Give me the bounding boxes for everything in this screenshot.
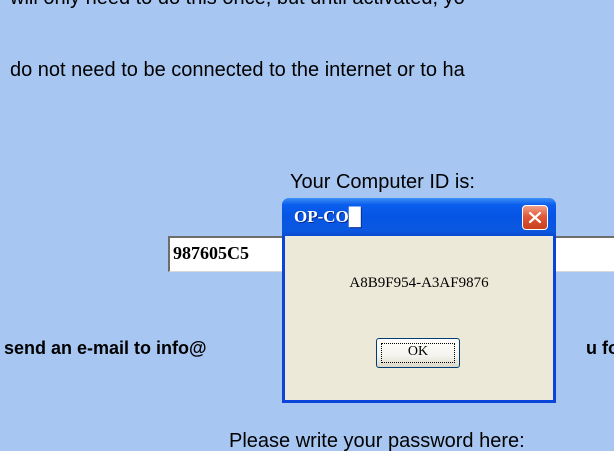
instruction-text-top: will only need to do this once, but unti… bbox=[10, 0, 465, 10]
close-x-icon bbox=[528, 211, 542, 224]
password-label: Please write your password here: bbox=[229, 430, 525, 451]
dialog-body: A8B9F954-A3AF9876 OK bbox=[285, 236, 553, 400]
dialog-titlebar[interactable]: OP-CO█ bbox=[282, 198, 556, 236]
activation-page: will only need to do this once, but unti… bbox=[0, 0, 614, 451]
ok-button-label: OK bbox=[407, 344, 429, 359]
instruction-text-internet: do not need to be connected to the inter… bbox=[10, 59, 465, 81]
send-email-text-tail: u for bbox=[586, 338, 614, 358]
ok-button[interactable]: OK bbox=[376, 338, 460, 368]
dialog-title: OP-CO█ bbox=[294, 207, 361, 226]
computer-id-label: Your Computer ID is: bbox=[290, 171, 475, 193]
close-button[interactable] bbox=[522, 205, 548, 230]
message-dialog: OP-CO█ A8B9F954-A3AF9876 OK bbox=[282, 198, 556, 403]
send-email-text: send an e-mail to info@ bbox=[4, 338, 207, 358]
dialog-message: A8B9F954-A3AF9876 bbox=[349, 275, 489, 291]
